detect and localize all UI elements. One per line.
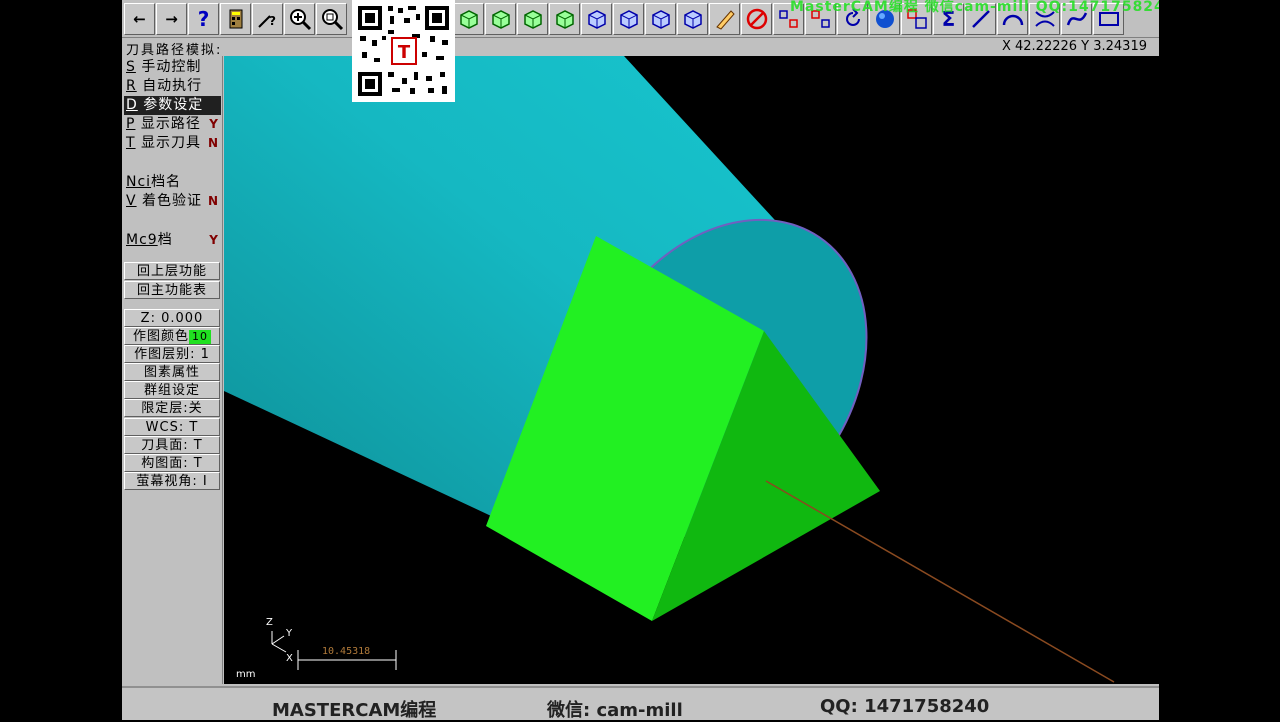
- zoom-fit-icon[interactable]: [316, 2, 347, 35]
- toolbar: ← → ? ? Σ MasterCAM编程 微信cam-mill QQ:1471…: [122, 0, 1159, 38]
- scale-value: 10.45318: [322, 646, 371, 657]
- cplane-side-icon[interactable]: [645, 2, 676, 35]
- mask-button[interactable]: 限定层:关: [124, 399, 220, 417]
- menu-item-show-path[interactable]: P 显示路径 Y: [124, 115, 221, 134]
- analyze-icon[interactable]: ?: [252, 2, 283, 35]
- view-front-icon[interactable]: [517, 2, 548, 35]
- main-menu-button[interactable]: 回主功能表: [124, 281, 220, 299]
- watermark-overlay: MasterCAM编程 微信cam-mill QQ:1471758240: [790, 0, 1159, 15]
- back-up-button[interactable]: 回上层功能: [124, 262, 220, 280]
- graphics-viewport[interactable]: Z Y X 10.45318 mm: [224, 56, 1159, 684]
- qr-code-pattern: T: [358, 6, 449, 96]
- tool-plane-button[interactable]: 刀具面: T: [124, 436, 220, 454]
- footer-wechat: 微信: cam-mill: [547, 700, 683, 721]
- attributes-button[interactable]: 图素属性: [124, 363, 220, 381]
- menu-item-manual[interactable]: S 手动控制: [124, 58, 221, 77]
- back-arrow-icon[interactable]: ←: [124, 2, 155, 35]
- eraser-icon[interactable]: [709, 2, 740, 35]
- sidebar-menu: S 手动控制 R 自动执行 D 参数设定 P 显示路径 Y T 显示刀具 N Nci…: [122, 56, 223, 684]
- view-side-icon[interactable]: [549, 2, 580, 35]
- scene-svg: [224, 56, 1115, 683]
- color-button[interactable]: 作图颜色 10: [124, 327, 220, 345]
- menu-item-parameters[interactable]: D 参数设定: [124, 96, 221, 115]
- svg-text:?: ?: [269, 14, 276, 28]
- calculator-icon[interactable]: [220, 2, 251, 35]
- unit-label: mm: [236, 669, 256, 680]
- cplane-3d-icon[interactable]: [677, 2, 708, 35]
- footer-qq: QQ: 1471758240: [820, 696, 990, 717]
- z-depth-button[interactable]: Z: 0.000: [124, 309, 220, 327]
- menu-item-nci-file[interactable]: Nci档名: [124, 173, 221, 192]
- status-header: 刀具路径模拟: X 42.22226 Y 3.24319: [122, 38, 1159, 58]
- menu-item-show-tool[interactable]: T 显示刀具 N: [124, 134, 221, 153]
- footer-brand: MASTERCAM编程: [272, 700, 437, 721]
- cursor-coordinates: X 42.22226 Y 3.24319: [1001, 39, 1147, 54]
- axis-label-z: Z: [266, 617, 273, 628]
- footer-banner: MASTERCAM编程 微信: cam-mill QQ: 1471758240: [122, 686, 1159, 721]
- axis-label-x: X: [286, 653, 293, 664]
- cplane-button[interactable]: 构图面: T: [124, 454, 220, 472]
- menu-item-auto[interactable]: R 自动执行: [124, 77, 221, 96]
- svg-text:T: T: [398, 42, 411, 63]
- cplane-top-icon[interactable]: [581, 2, 612, 35]
- menu-item-mc9-file[interactable]: Mc9档 Y: [124, 231, 221, 250]
- zoom-in-icon[interactable]: [284, 2, 315, 35]
- color-swatch: 10: [189, 329, 211, 344]
- show-path-flag: Y: [209, 117, 219, 131]
- cplane-front-icon[interactable]: [613, 2, 644, 35]
- shaded-verify-flag: N: [207, 194, 219, 208]
- wcs-button[interactable]: WCS: T: [124, 418, 220, 436]
- help-icon[interactable]: ?: [188, 2, 219, 35]
- mastercam-window: ← → ? ? Σ MasterCAM编程 微信cam-mill QQ:1471…: [122, 0, 1159, 720]
- axis-triad: [271, 631, 287, 653]
- mc9-flag: Y: [209, 233, 219, 247]
- group-button[interactable]: 群组设定: [124, 381, 220, 399]
- view-top-icon[interactable]: [485, 2, 516, 35]
- delete-icon[interactable]: [741, 2, 772, 35]
- forward-arrow-icon[interactable]: →: [156, 2, 187, 35]
- axis-label-y: Y: [286, 628, 293, 639]
- view-cube-icon[interactable]: [453, 2, 484, 35]
- gview-button[interactable]: 萤幕视角: I: [124, 472, 220, 490]
- show-tool-flag: N: [207, 136, 219, 150]
- toolpath-line: [765, 480, 1115, 683]
- level-button[interactable]: 作图层别: 1: [124, 345, 220, 363]
- menu-item-shaded-verify[interactable]: V 着色验证 N: [124, 192, 221, 211]
- qr-code-image: T: [352, 0, 455, 102]
